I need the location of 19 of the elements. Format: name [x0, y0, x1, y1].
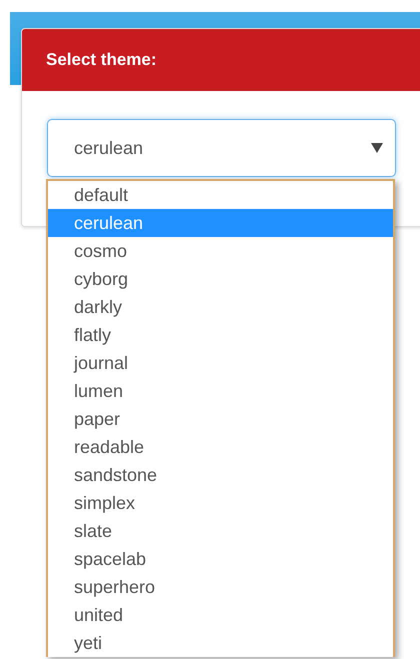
- dropdown-option[interactable]: sandstone: [48, 461, 393, 489]
- dropdown-option[interactable]: readable: [48, 433, 393, 461]
- dropdown-option[interactable]: simplex: [48, 489, 393, 517]
- dropdown-option[interactable]: darkly: [48, 293, 393, 321]
- dropdown-option[interactable]: cyborg: [48, 265, 393, 293]
- dropdown-option[interactable]: cosmo: [48, 237, 393, 265]
- dropdown-option[interactable]: united: [48, 601, 393, 629]
- dropdown-option[interactable]: paper: [48, 405, 393, 433]
- caret-icon: [371, 143, 383, 153]
- dropdown-option[interactable]: default: [48, 181, 393, 209]
- panel-title: Select theme:: [46, 50, 157, 70]
- dropdown-option[interactable]: superhero: [48, 573, 393, 601]
- theme-select[interactable]: cerulean: [47, 119, 396, 177]
- dropdown-option[interactable]: slate: [48, 517, 393, 545]
- dropdown-option[interactable]: journal: [48, 349, 393, 377]
- dropdown-option[interactable]: flatly: [48, 321, 393, 349]
- dropdown-option[interactable]: spacelab: [48, 545, 393, 573]
- dropdown-option[interactable]: lumen: [48, 377, 393, 405]
- dropdown-option[interactable]: yeti: [48, 629, 393, 657]
